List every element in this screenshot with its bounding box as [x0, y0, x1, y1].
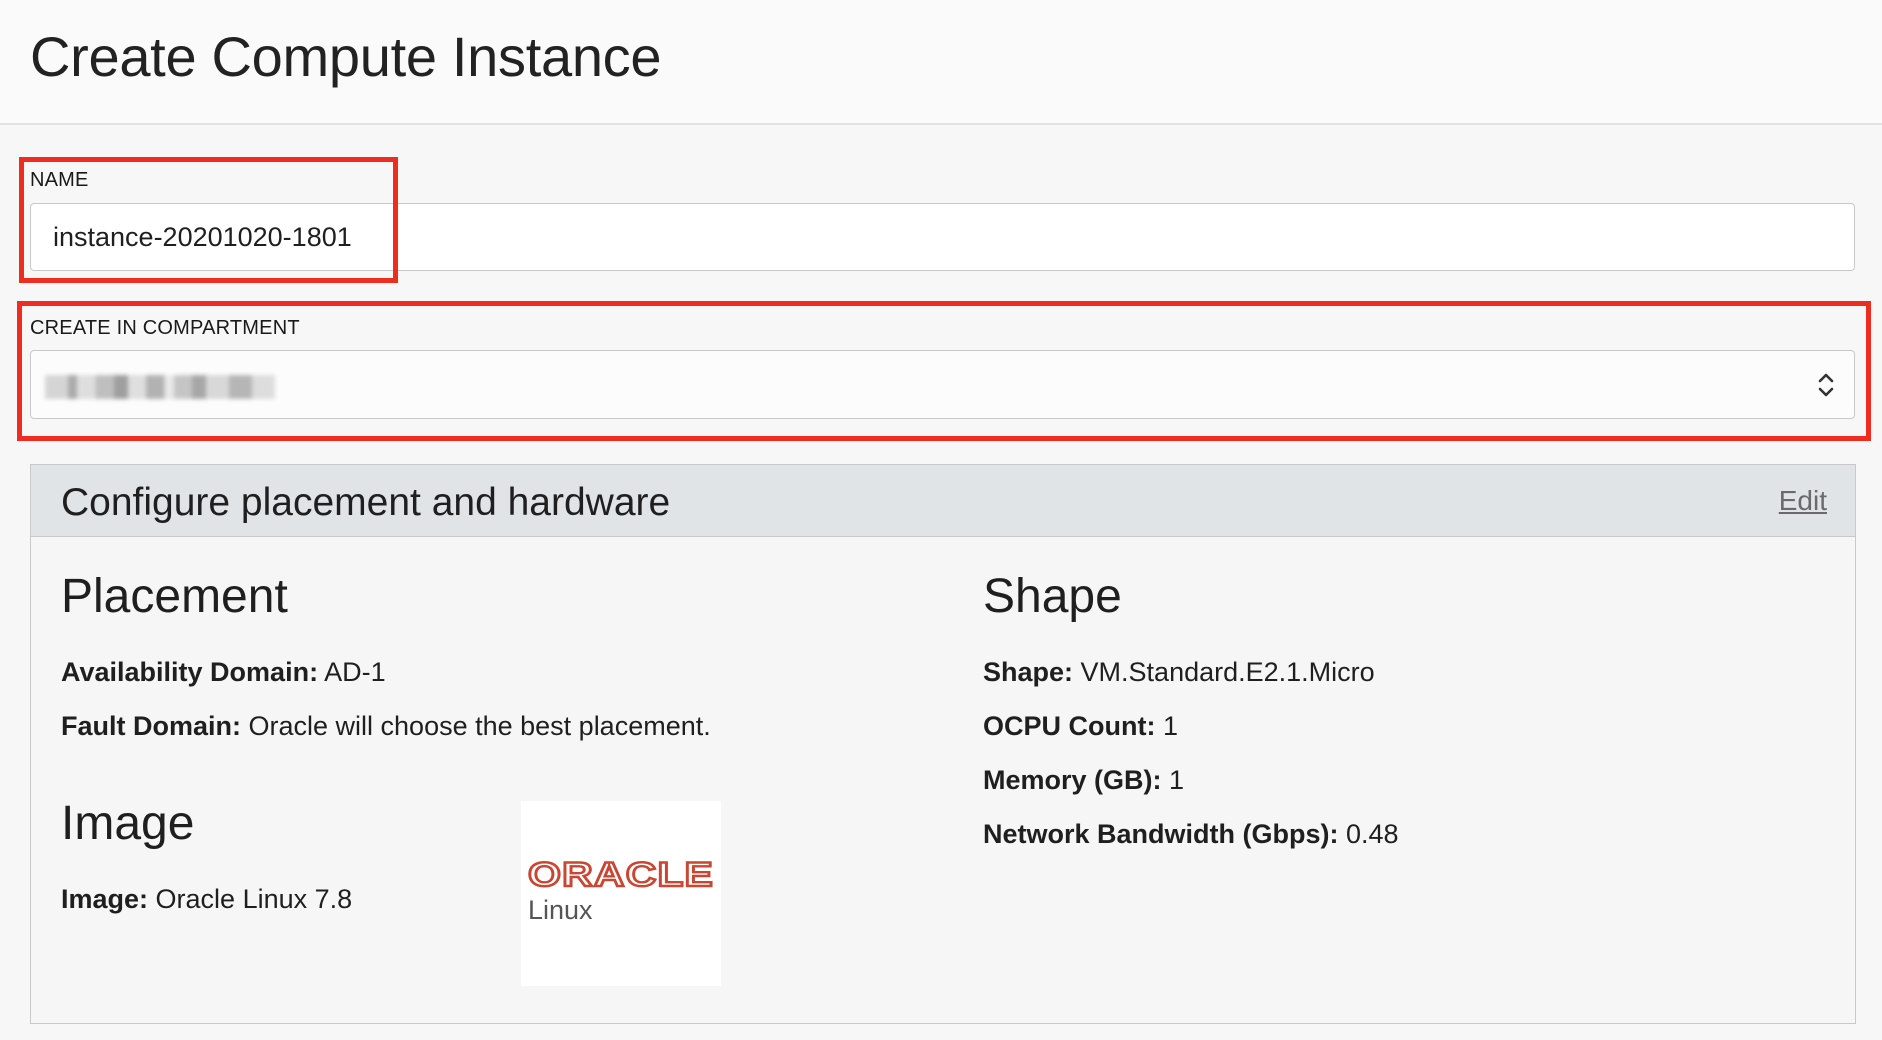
ocpu-count-value: 1: [1162, 711, 1179, 741]
shape-value: VM.Standard.E2.1.Micro: [1080, 657, 1375, 687]
configure-placement-panel: Configure placement and hardware Edit Pl…: [30, 464, 1856, 1024]
memory-value: 1: [1169, 765, 1185, 795]
memory-label: Memory (GB):: [983, 765, 1162, 795]
memory-row: Memory (GB): 1: [983, 765, 1184, 796]
oracle-linux-logo: ORACLE Linux: [521, 801, 721, 986]
oracle-logo-sub: Linux: [528, 895, 593, 925]
edit-link[interactable]: Edit: [1779, 485, 1827, 517]
fault-domain-value: Oracle will choose the best placement.: [248, 711, 711, 741]
placement-title: Placement: [61, 570, 288, 623]
network-bandwidth-row: Network Bandwidth (Gbps): 0.48: [983, 819, 1399, 850]
image-row: Image: Oracle Linux 7.8: [61, 884, 352, 915]
image-title: Image: [61, 797, 195, 850]
panel-title: Configure placement and hardware: [61, 481, 671, 524]
shape-label: Shape:: [983, 657, 1074, 687]
shape-row: Shape: VM.Standard.E2.1.Micro: [983, 657, 1375, 688]
create-compute-instance-page: Create Compute Instance NAME CREATE IN C…: [0, 0, 1882, 1040]
network-bandwidth-value: 0.48: [1346, 819, 1399, 849]
availability-domain-value: AD-1: [324, 657, 386, 687]
compartment-select[interactable]: [30, 350, 1855, 419]
page-header: Create Compute Instance: [0, 0, 1882, 125]
compartment-value-redacted: [45, 375, 275, 399]
fault-domain-label: Fault Domain:: [61, 711, 241, 741]
chevron-up-down-icon: [1818, 373, 1834, 397]
availability-domain-label: Availability Domain:: [61, 657, 319, 687]
shape-title: Shape: [983, 570, 1122, 623]
availability-domain-row: Availability Domain: AD-1: [61, 657, 386, 688]
image-label: Image:: [61, 884, 149, 914]
ocpu-count-row: OCPU Count: 1: [983, 711, 1178, 742]
oracle-logo-wordmark: ORACLE: [528, 857, 714, 891]
network-bandwidth-label: Network Bandwidth (Gbps):: [983, 819, 1339, 849]
ocpu-count-label: OCPU Count:: [983, 711, 1156, 741]
svg-text:ORACLE: ORACLE: [528, 857, 714, 891]
panel-header: Configure placement and hardware Edit: [31, 465, 1855, 537]
image-value: Oracle Linux 7.8: [155, 884, 353, 914]
page-title: Create Compute Instance: [30, 25, 662, 88]
name-label: NAME: [30, 169, 89, 191]
compartment-label: CREATE IN COMPARTMENT: [30, 317, 300, 339]
fault-domain-row: Fault Domain: Oracle will choose the bes…: [61, 711, 711, 742]
name-input[interactable]: [30, 203, 1855, 271]
